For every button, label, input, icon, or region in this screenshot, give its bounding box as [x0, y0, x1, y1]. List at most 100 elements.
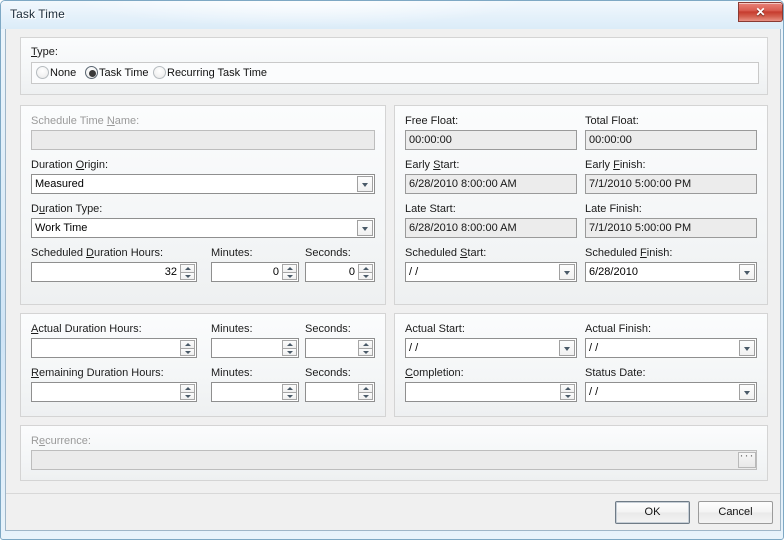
close-icon: ✕ [755, 5, 766, 19]
scheduled-start-label: Scheduled Start: [405, 247, 487, 259]
scheduled-duration-hours-label: Scheduled Duration Hours: [31, 247, 164, 259]
stepper-up-icon[interactable] [180, 340, 195, 348]
scheduled-seconds-stepper[interactable]: 0 [305, 262, 375, 282]
radio-recurring-task-time-label: Recurring Task Time [167, 67, 268, 79]
actual-finish-value: / / [589, 342, 599, 354]
radio-none[interactable]: None [36, 66, 76, 82]
stepper-up-icon[interactable] [282, 264, 297, 272]
duration-type-value: Work Time [35, 222, 88, 234]
recurrence-label: Recurrence: [31, 435, 91, 447]
completion-stepper[interactable] [405, 382, 577, 402]
scheduled-finish-label: Scheduled Finish: [585, 247, 673, 259]
late-start-label: Late Start: [405, 203, 456, 215]
type-group: Type: None Task Time Recurring Task Time [20, 37, 768, 95]
actual-start-datepicker[interactable]: / / [405, 338, 577, 358]
actual-minutes-stepper[interactable] [211, 338, 299, 358]
actual-dates-group: Actual Start: / / Actual Finish: / / Com… [394, 313, 768, 417]
ok-button[interactable]: OK [615, 501, 690, 524]
completion-label: Completion: [405, 367, 464, 379]
duration-origin-label: Duration Origin: [31, 159, 109, 171]
recurrence-browse-button[interactable] [738, 448, 756, 468]
actual-start-value: / / [409, 342, 419, 354]
stepper-up-icon[interactable] [282, 384, 297, 392]
duration-type-combobox[interactable]: Work Time [31, 218, 375, 238]
radio-recurring-task-time-icon [153, 66, 166, 79]
scheduled-minutes-stepper[interactable]: 0 [211, 262, 299, 282]
remaining-duration-hours-label: Remaining Duration Hours: [31, 367, 164, 379]
actual-seconds-stepper[interactable] [305, 338, 375, 358]
scheduled-finish-value: 6/28/2010 [589, 266, 638, 278]
radio-none-icon [36, 66, 49, 79]
recurrence-input [31, 450, 757, 470]
chevron-down-icon[interactable] [357, 176, 373, 192]
remaining-seconds-stepper[interactable] [305, 382, 375, 402]
total-float-value: 00:00:00 [585, 130, 757, 150]
remaining-minutes-label: Minutes: [211, 367, 253, 379]
late-finish-label: Late Finish: [585, 203, 642, 215]
scheduled-finish-datepicker[interactable]: 6/28/2010 [585, 262, 757, 282]
chevron-down-icon[interactable] [739, 340, 755, 356]
stepper-up-icon[interactable] [358, 264, 373, 272]
chevron-down-icon[interactable] [357, 220, 373, 236]
stepper-down-icon[interactable] [560, 392, 575, 400]
scheduled-duration-hours-value: 32 [164, 266, 177, 278]
stepper-down-icon[interactable] [282, 272, 297, 280]
cancel-button[interactable]: Cancel [698, 501, 773, 524]
remaining-minutes-stepper[interactable] [211, 382, 299, 402]
status-date-label: Status Date: [585, 367, 646, 379]
radio-recurring-task-time[interactable]: Recurring Task Time [153, 66, 267, 82]
stepper-down-icon[interactable] [358, 272, 373, 280]
radio-task-time[interactable]: Task Time [85, 66, 149, 82]
duration-type-label: Duration Type: [31, 203, 103, 215]
schedule-group: Schedule Time Name: Duration Origin: Mea… [20, 105, 386, 305]
duration-origin-combobox[interactable]: Measured [31, 174, 375, 194]
scheduled-minutes-label: Minutes: [211, 247, 253, 259]
button-bar: OK Cancel [6, 493, 780, 531]
actual-finish-label: Actual Finish: [585, 323, 652, 335]
close-button[interactable]: ✕ [738, 2, 783, 22]
stepper-down-icon[interactable] [180, 392, 195, 400]
chevron-down-icon[interactable] [559, 340, 575, 356]
status-date-value: / / [589, 386, 599, 398]
scheduled-minutes-value: 0 [272, 266, 279, 278]
stepper-up-icon[interactable] [560, 384, 575, 392]
free-float-value: 00:00:00 [405, 130, 577, 150]
stepper-up-icon[interactable] [282, 340, 297, 348]
stepper-down-icon[interactable] [358, 348, 373, 356]
actual-duration-group: Actual Duration Hours: Minutes: Seconds:… [20, 313, 386, 417]
early-start-label: Early Start: [405, 159, 460, 171]
stepper-up-icon[interactable] [180, 384, 195, 392]
remaining-duration-hours-stepper[interactable] [31, 382, 197, 402]
schedule-time-name-label: Schedule Time Name: [31, 115, 140, 127]
stepper-down-icon[interactable] [282, 392, 297, 400]
stepper-down-icon[interactable] [282, 348, 297, 356]
stepper-up-icon[interactable] [358, 384, 373, 392]
window-title: Task Time [10, 7, 65, 21]
status-date-datepicker[interactable]: / / [585, 382, 757, 402]
scheduled-start-datepicker[interactable]: / / [405, 262, 577, 282]
task-time-dialog: Task Time ✕ Type: None Task Time Recurri… [0, 0, 784, 540]
scheduled-seconds-value: 0 [348, 266, 355, 278]
chevron-down-icon[interactable] [739, 384, 755, 400]
chevron-down-icon[interactable] [559, 264, 575, 280]
actual-minutes-label: Minutes: [211, 323, 253, 335]
scheduled-start-value: / / [409, 266, 419, 278]
stepper-up-icon[interactable] [358, 340, 373, 348]
stepper-down-icon[interactable] [358, 392, 373, 400]
stepper-up-icon[interactable] [180, 264, 195, 272]
stepper-down-icon[interactable] [180, 272, 195, 280]
radio-task-time-label: Task Time [99, 67, 149, 79]
late-finish-value: 7/1/2010 5:00:00 PM [585, 218, 757, 238]
float-dates-group: Free Float: 00:00:00 Total Float: 00:00:… [394, 105, 768, 305]
chevron-down-icon[interactable] [739, 264, 755, 280]
actual-finish-datepicker[interactable]: / / [585, 338, 757, 358]
actual-duration-hours-stepper[interactable] [31, 338, 197, 358]
free-float-label: Free Float: [405, 115, 459, 127]
radio-task-time-icon [85, 66, 98, 79]
late-start-value: 6/28/2010 8:00:00 AM [405, 218, 577, 238]
stepper-down-icon[interactable] [180, 348, 195, 356]
scheduled-duration-hours-stepper[interactable]: 32 [31, 262, 197, 282]
schedule-time-name-input [31, 130, 375, 150]
duration-origin-value: Measured [35, 178, 84, 190]
titlebar[interactable]: Task Time ✕ [1, 1, 783, 29]
